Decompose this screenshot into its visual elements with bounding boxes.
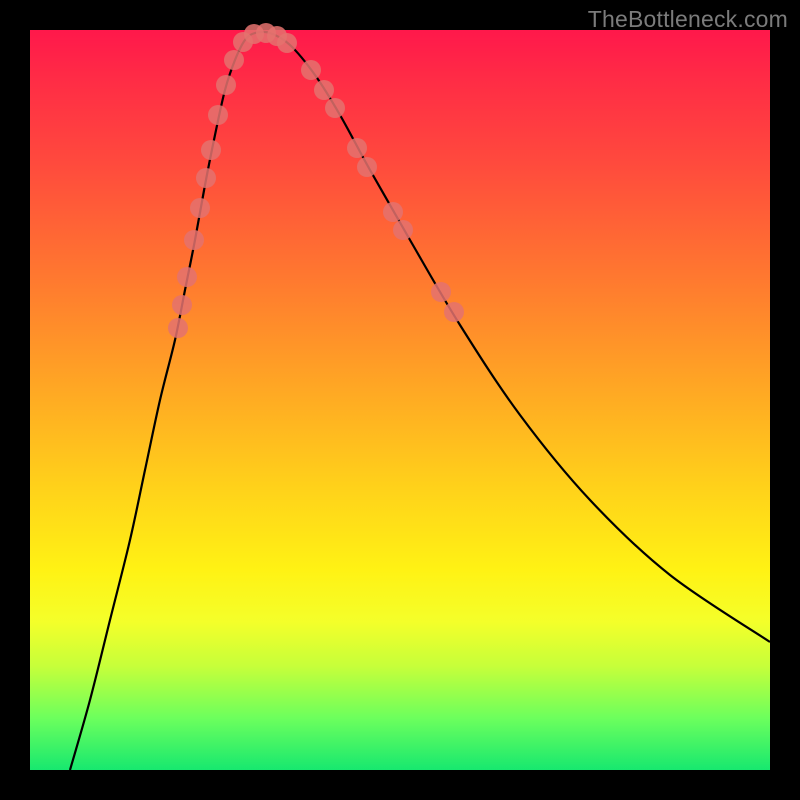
highlight-dot — [277, 33, 297, 53]
highlight-dots — [168, 23, 464, 338]
highlight-dot — [383, 202, 403, 222]
watermark-text: TheBottleneck.com — [588, 6, 788, 33]
highlight-dot — [444, 302, 464, 322]
highlight-dot — [325, 98, 345, 118]
highlight-dot — [224, 50, 244, 70]
highlight-dot — [172, 295, 192, 315]
highlight-dot — [314, 80, 334, 100]
highlight-dot — [393, 220, 413, 240]
highlight-dot — [190, 198, 210, 218]
curve-svg — [30, 30, 770, 770]
highlight-dot — [208, 105, 228, 125]
highlight-dot — [431, 282, 451, 302]
bottleneck-curve — [70, 32, 770, 770]
highlight-dot — [201, 140, 221, 160]
highlight-dot — [168, 318, 188, 338]
highlight-dot — [357, 157, 377, 177]
highlight-dot — [216, 75, 236, 95]
highlight-dot — [184, 230, 204, 250]
highlight-dot — [301, 60, 321, 80]
chart-frame: TheBottleneck.com — [0, 0, 800, 800]
plot-area — [30, 30, 770, 770]
highlight-dot — [347, 138, 367, 158]
highlight-dot — [177, 267, 197, 287]
highlight-dot — [196, 168, 216, 188]
